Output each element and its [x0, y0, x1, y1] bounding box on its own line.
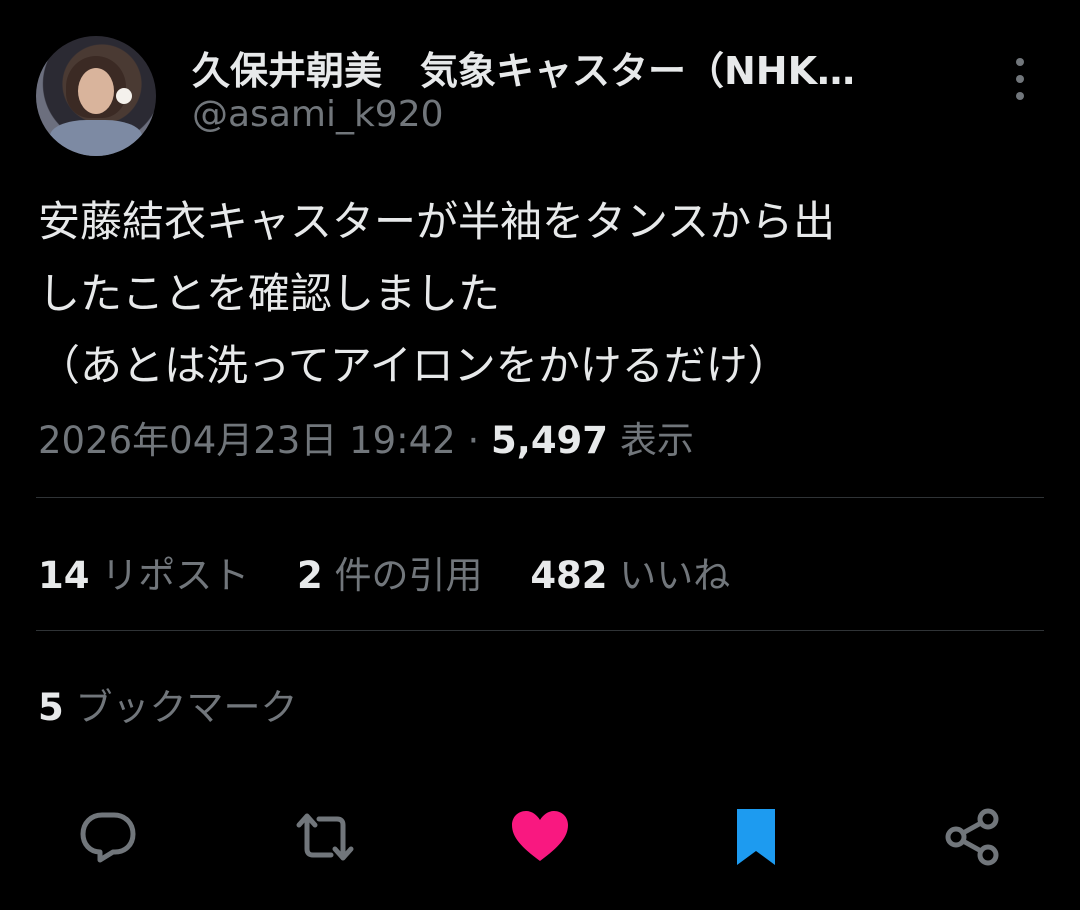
quotes-stat[interactable]: 2 件の引用 — [297, 554, 483, 597]
timestamp[interactable]: 2026年04月23日 19:42 — [38, 419, 456, 462]
heart-icon — [512, 811, 568, 861]
more-dot — [1016, 75, 1024, 83]
views-count: 5,497 — [491, 419, 609, 462]
likes-stat[interactable]: 482 いいね — [530, 554, 730, 597]
reposts-count: 14 — [38, 554, 90, 597]
avatar-face — [78, 68, 114, 114]
meta-separator: · — [455, 419, 492, 462]
likes-count: 482 — [530, 554, 608, 597]
reposts-stat[interactable]: 14 リポスト — [38, 554, 249, 597]
engagement-stats: 14 リポスト 2 件の引用 482 いいね — [38, 545, 766, 599]
avatar-body — [50, 120, 142, 156]
author-handle[interactable]: @asami_k920 — [192, 94, 444, 135]
divider — [36, 497, 1044, 498]
retweet-button[interactable] — [293, 805, 357, 869]
retweet-icon — [296, 813, 354, 861]
share-icon — [945, 808, 999, 866]
share-button[interactable] — [940, 805, 1004, 869]
reposts-label: リポスト — [89, 554, 250, 597]
bookmarks-stat[interactable]: 5 ブックマーク — [38, 677, 298, 731]
bookmark-button[interactable] — [724, 805, 788, 869]
action-bar — [0, 805, 1080, 869]
more-vertical-icon[interactable] — [1008, 58, 1032, 100]
bookmark-icon — [737, 809, 775, 865]
tweet-text: 安藤結衣キャスターが半袖をタンスから出 したことを確認しました （あとは洗ってア… — [38, 197, 836, 390]
likes-label: いいね — [607, 554, 731, 597]
bookmarks-count: 5 — [38, 686, 64, 729]
avatar-flower — [116, 88, 132, 104]
tweet-meta: 2026年04月23日 19:42 · 5,497 表示 — [38, 410, 694, 464]
quotes-label: 件の引用 — [322, 554, 483, 597]
author-display-name[interactable]: 久保井朝美 気象キャスター（NHK… — [192, 40, 952, 95]
views-label: 表示 — [608, 419, 694, 462]
like-button[interactable] — [508, 805, 572, 869]
reply-button[interactable] — [76, 805, 140, 869]
reply-icon — [80, 812, 136, 863]
more-dot — [1016, 58, 1024, 66]
more-dot — [1016, 92, 1024, 100]
divider — [36, 630, 1044, 631]
bookmarks-label: ブックマーク — [63, 686, 298, 729]
quotes-count: 2 — [297, 554, 323, 597]
avatar[interactable] — [36, 36, 156, 156]
